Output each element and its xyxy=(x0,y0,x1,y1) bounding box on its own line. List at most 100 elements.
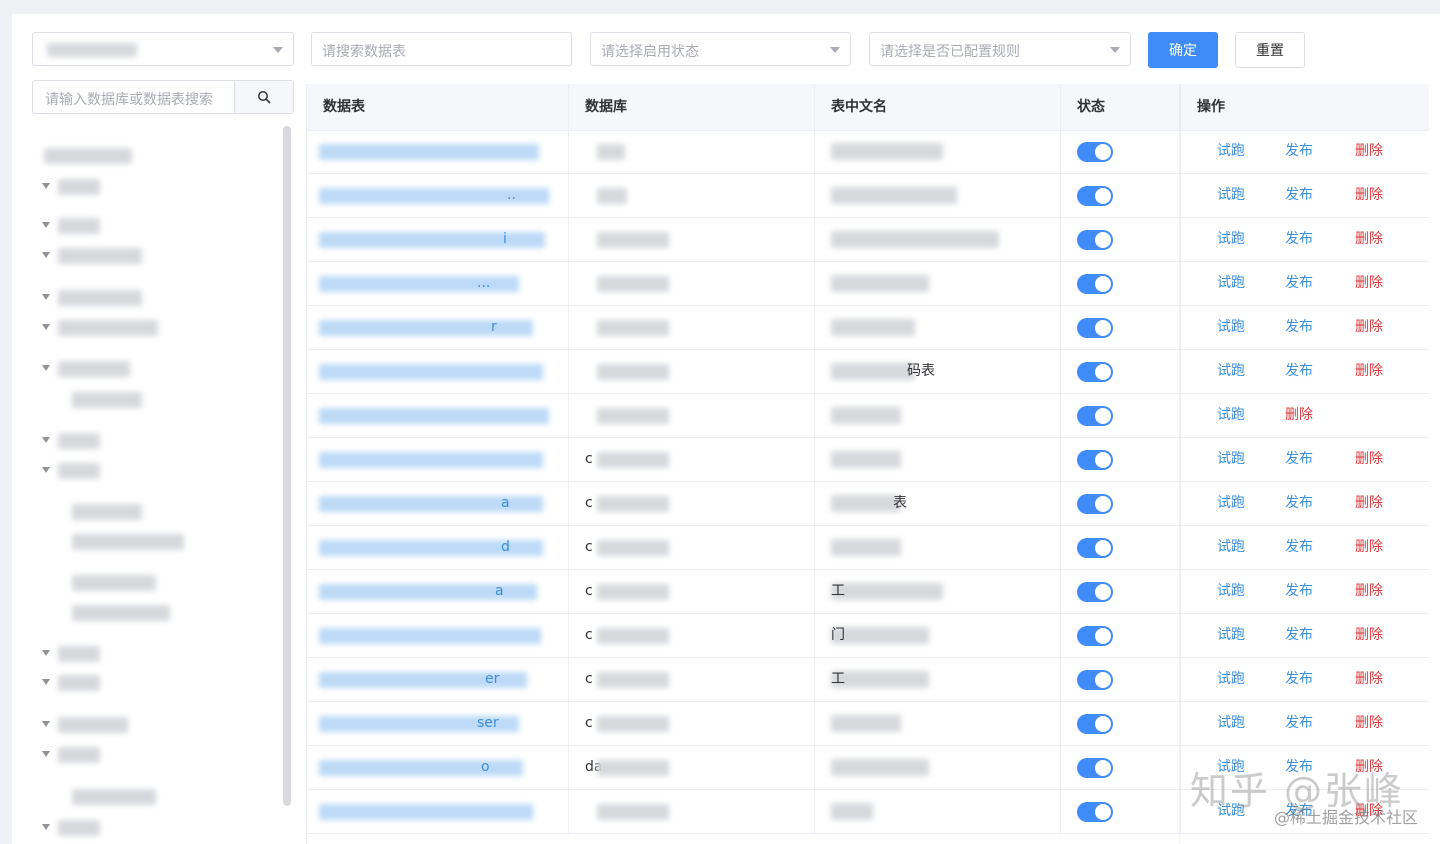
tree-node[interactable] xyxy=(42,218,104,234)
status-toggle[interactable] xyxy=(1077,494,1113,514)
cell-table-name[interactable] xyxy=(307,614,569,657)
status-toggle[interactable] xyxy=(1077,450,1113,470)
cell-table-name[interactable]: r xyxy=(307,306,569,349)
tree-node[interactable] xyxy=(42,820,104,836)
trial-run-button[interactable]: 试跑 xyxy=(1217,526,1245,569)
delete-button[interactable]: 删除 xyxy=(1285,394,1313,437)
publish-button[interactable]: 发布 xyxy=(1285,526,1313,569)
status-toggle[interactable] xyxy=(1077,230,1113,250)
database-select[interactable] xyxy=(32,32,294,66)
delete-button[interactable]: 删除 xyxy=(1355,658,1383,701)
tree-search-button[interactable] xyxy=(234,81,293,113)
status-toggle[interactable] xyxy=(1077,802,1113,822)
tree-node[interactable] xyxy=(56,392,146,408)
caret-down-icon[interactable] xyxy=(42,222,50,228)
delete-button[interactable]: 删除 xyxy=(1355,130,1383,173)
tree-node[interactable] xyxy=(42,248,146,264)
delete-button[interactable]: 删除 xyxy=(1355,218,1383,261)
tree-scrollbar[interactable] xyxy=(283,126,291,806)
caret-down-icon[interactable] xyxy=(42,467,50,473)
status-toggle[interactable] xyxy=(1077,670,1113,690)
delete-button[interactable]: 删除 xyxy=(1355,526,1383,569)
trial-run-button[interactable]: 试跑 xyxy=(1217,174,1245,217)
trial-run-button[interactable]: 试跑 xyxy=(1217,394,1245,437)
delete-button[interactable]: 删除 xyxy=(1355,350,1383,393)
publish-button[interactable]: 发布 xyxy=(1285,658,1313,701)
delete-button[interactable]: 删除 xyxy=(1355,174,1383,217)
publish-button[interactable]: 发布 xyxy=(1285,482,1313,525)
status-toggle[interactable] xyxy=(1077,582,1113,602)
table-name-link[interactable] xyxy=(319,232,545,248)
cell-table-name[interactable]: er xyxy=(307,658,569,701)
delete-button[interactable]: 删除 xyxy=(1355,306,1383,349)
table-name-link[interactable] xyxy=(319,364,543,380)
cell-table-name[interactable]: a xyxy=(307,570,569,613)
table-search-input[interactable]: 请搜索数据表 xyxy=(311,32,572,66)
publish-button[interactable]: 发布 xyxy=(1285,130,1313,173)
table-name-link[interactable] xyxy=(319,804,533,820)
publish-button[interactable]: 发布 xyxy=(1285,702,1313,745)
cell-table-name[interactable]: i xyxy=(307,218,569,261)
publish-button[interactable]: 发布 xyxy=(1285,570,1313,613)
tree-node[interactable] xyxy=(42,646,104,662)
cell-table-name[interactable] xyxy=(307,438,569,481)
publish-button[interactable]: 发布 xyxy=(1285,174,1313,217)
table-name-link[interactable] xyxy=(319,760,523,776)
tree-node[interactable] xyxy=(42,179,104,195)
caret-down-icon[interactable] xyxy=(42,324,50,330)
cell-table-name[interactable] xyxy=(307,790,569,833)
caret-down-icon[interactable] xyxy=(42,183,50,189)
caret-down-icon[interactable] xyxy=(42,365,50,371)
status-toggle[interactable] xyxy=(1077,362,1113,382)
tree-node[interactable] xyxy=(42,675,104,691)
delete-button[interactable]: 删除 xyxy=(1355,262,1383,305)
trial-run-button[interactable]: 试跑 xyxy=(1217,218,1245,261)
caret-down-icon[interactable] xyxy=(42,721,50,727)
delete-button[interactable]: 删除 xyxy=(1355,570,1383,613)
status-select[interactable]: 请选择启用状态 xyxy=(590,32,851,66)
publish-button[interactable]: 发布 xyxy=(1285,350,1313,393)
caret-down-icon[interactable] xyxy=(42,294,50,300)
confirm-button[interactable]: 确定 xyxy=(1148,32,1218,68)
trial-run-button[interactable]: 试跑 xyxy=(1217,262,1245,305)
cell-table-name[interactable] xyxy=(307,130,569,173)
table-name-link[interactable] xyxy=(319,452,543,468)
trial-run-button[interactable]: 试跑 xyxy=(1217,702,1245,745)
trial-run-button[interactable]: 试跑 xyxy=(1217,658,1245,701)
trial-run-button[interactable]: 试跑 xyxy=(1217,482,1245,525)
trial-run-button[interactable]: 试跑 xyxy=(1217,438,1245,481)
status-toggle[interactable] xyxy=(1077,626,1113,646)
tree-node[interactable] xyxy=(42,433,104,449)
caret-down-icon[interactable] xyxy=(42,650,50,656)
delete-button[interactable]: 删除 xyxy=(1355,438,1383,481)
publish-button[interactable]: 发布 xyxy=(1285,438,1313,481)
trial-run-button[interactable]: 试跑 xyxy=(1217,306,1245,349)
caret-down-icon[interactable] xyxy=(42,751,50,757)
publish-button[interactable]: 发布 xyxy=(1285,306,1313,349)
tree-node[interactable] xyxy=(42,361,134,377)
cell-table-name[interactable] xyxy=(307,394,569,437)
cell-table-name[interactable] xyxy=(307,350,569,393)
publish-button[interactable]: 发布 xyxy=(1285,218,1313,261)
status-toggle[interactable] xyxy=(1077,318,1113,338)
publish-button[interactable]: 发布 xyxy=(1285,262,1313,305)
table-name-link[interactable] xyxy=(319,320,533,336)
tree-node[interactable] xyxy=(42,463,104,479)
status-toggle[interactable] xyxy=(1077,274,1113,294)
cell-table-name[interactable]: a xyxy=(307,482,569,525)
rule-config-select[interactable]: 请选择是否已配置规则 xyxy=(869,32,1131,66)
cell-table-name[interactable]: d xyxy=(307,526,569,569)
table-name-link[interactable] xyxy=(319,144,539,160)
status-toggle[interactable] xyxy=(1077,406,1113,426)
table-name-link[interactable] xyxy=(319,408,549,424)
delete-button[interactable]: 删除 xyxy=(1355,614,1383,657)
status-toggle[interactable] xyxy=(1077,142,1113,162)
tree-node[interactable] xyxy=(42,290,146,306)
cell-table-name[interactable]: o xyxy=(307,746,569,789)
table-name-link[interactable] xyxy=(319,584,537,600)
delete-button[interactable]: 删除 xyxy=(1355,482,1383,525)
status-toggle[interactable] xyxy=(1077,714,1113,734)
caret-down-icon[interactable] xyxy=(42,679,50,685)
tree-node[interactable] xyxy=(56,534,188,550)
tree-node[interactable] xyxy=(28,148,136,164)
